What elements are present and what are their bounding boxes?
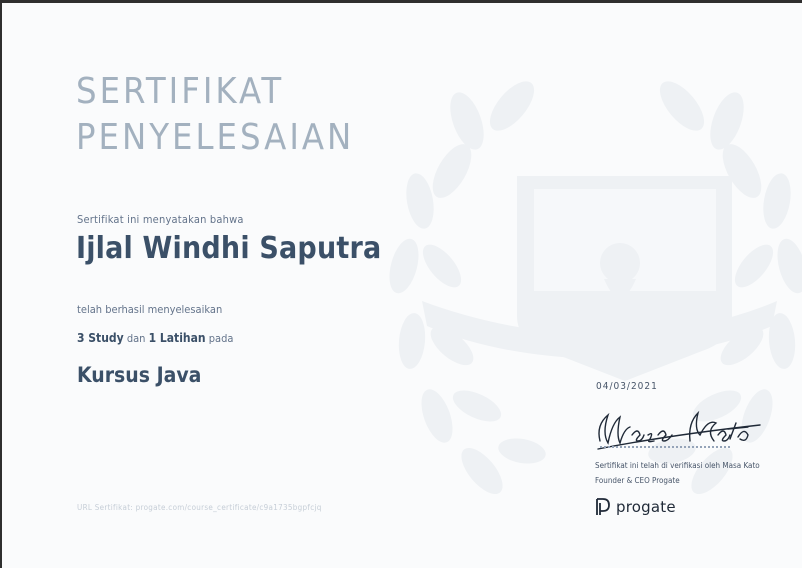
- exercise-count: 1 Latihan: [148, 331, 206, 345]
- progate-logo: progate: [595, 497, 676, 517]
- completion-counts: 3 Study dan 1 Latihan pada: [77, 331, 233, 345]
- title-line-1: SERTIFIKAT: [76, 71, 285, 112]
- study-count: 3 Study: [77, 331, 124, 345]
- course-name: Kursus Java: [77, 363, 202, 387]
- on-word: pada: [208, 332, 234, 345]
- progate-logo-icon: [596, 498, 610, 515]
- issue-date: 04/03/2021: [596, 381, 658, 392]
- completion-text: telah berhasil menyelesaikan: [77, 303, 223, 316]
- recipient-name: Ijlal Windhi Saputra: [76, 231, 382, 266]
- verified-by: Sertifikat ini telah di verifikasi oleh …: [595, 461, 760, 470]
- certificate-title: SERTIFIKAT PENYELESAIAN: [76, 69, 354, 161]
- signature-divider: [600, 446, 730, 448]
- signer-role: Founder & CEO Progate: [595, 476, 680, 485]
- certificate: SERTIFIKAT PENYELESAIAN Sertifikat ini m…: [2, 3, 802, 568]
- progate-logo-text: progate: [616, 498, 676, 516]
- title-line-2: PENYELESAIAN: [76, 117, 355, 158]
- and-word: dan: [126, 332, 146, 345]
- certificate-statement: Sertifikat ini menyatakan bahwa: [77, 213, 244, 226]
- certificate-url[interactable]: URL Sertifikat: progate.com/course_certi…: [77, 503, 322, 512]
- verification-text: Sertifikat ini telah di verifikasi oleh …: [595, 458, 760, 488]
